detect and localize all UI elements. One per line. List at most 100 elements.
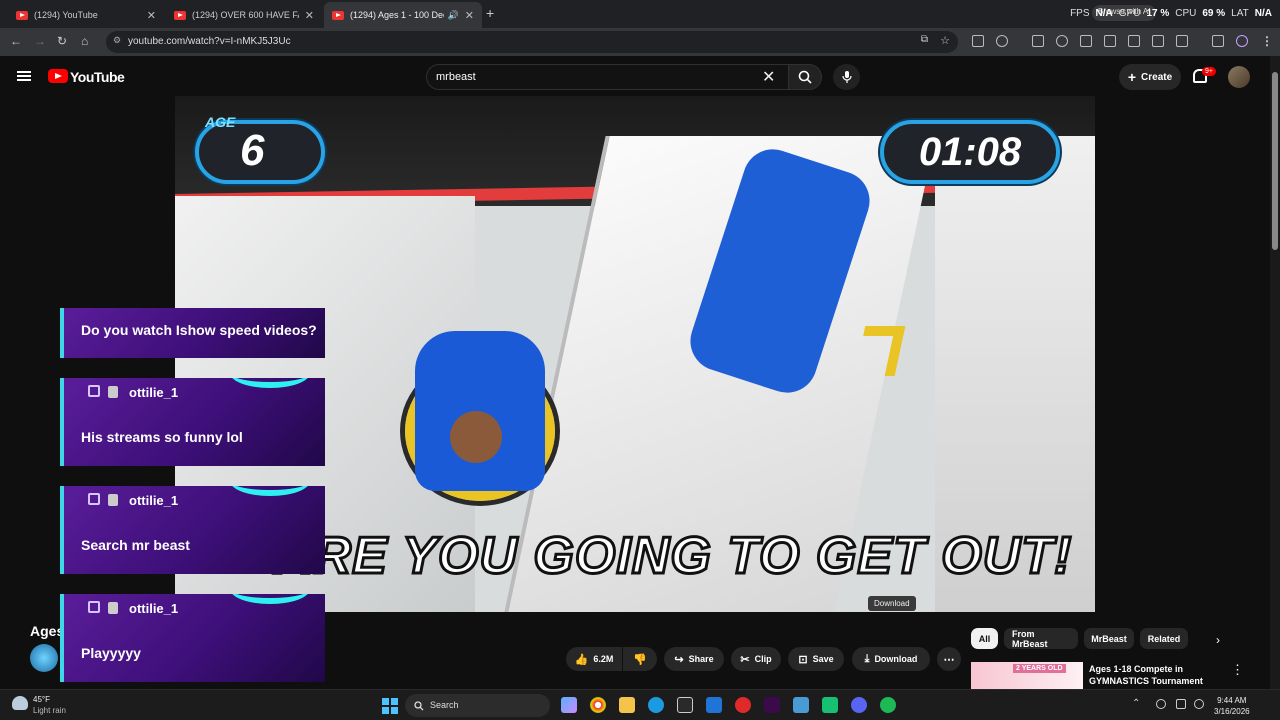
close-tab-icon[interactable]: ✕ (305, 9, 314, 22)
network-icon[interactable] (1176, 699, 1186, 709)
windows-taskbar: 45°F Light rain Search ⌃ 9:44 AM 3/16/20… (0, 689, 1280, 720)
system-clock[interactable]: 9:44 AM 3/16/2026 (1214, 695, 1250, 717)
green-app-icon[interactable] (822, 697, 838, 713)
cpu-label: CPU (1175, 8, 1197, 19)
mail-app-icon[interactable] (706, 697, 722, 713)
weather-cloud-icon[interactable] (12, 696, 28, 710)
voice-search-button[interactable] (833, 64, 860, 90)
chip-mrbeast[interactable]: MrBeast (1084, 628, 1134, 649)
back-arrow-icon[interactable]: ← (10, 34, 22, 48)
chevron-right-icon[interactable]: › (1216, 633, 1220, 647)
share-button[interactable]: ↪ Share (664, 647, 724, 671)
spotify-app-icon[interactable] (880, 697, 896, 713)
windows-start-icon[interactable] (382, 698, 398, 714)
cast-icon[interactable] (1152, 35, 1164, 47)
forward-arrow-icon[interactable]: → (34, 34, 46, 48)
notification-count-badge: 9+ (1202, 67, 1216, 76)
tray-chevron-up-icon[interactable]: ⌃ (1132, 698, 1140, 709)
microphone-tray-icon[interactable] (1156, 699, 1166, 709)
file-explorer-icon[interactable] (619, 697, 635, 713)
dislike-button[interactable]: 👎 (623, 647, 657, 671)
chip-related[interactable]: Related (1140, 628, 1188, 649)
chip-all[interactable]: All (971, 628, 998, 649)
more-horizontal-icon: ⋯ (943, 653, 955, 666)
photos-app-icon[interactable] (793, 697, 809, 713)
collections-icon[interactable] (1176, 35, 1188, 47)
browser-menu-icon[interactable]: ⋮ (1261, 34, 1273, 48)
reading-list-icon[interactable] (1212, 35, 1224, 47)
address-bar[interactable]: ⚙ youtube.com/watch?v=I-nMKJ5J3Uc ⧉ ☆ (106, 31, 958, 53)
create-button[interactable]: + Create (1119, 64, 1181, 90)
youtube-wordmark[interactable]: YouTube (70, 69, 125, 85)
browser-tab-ages[interactable]: (1294) Ages 1 - 100 Decide 🔊 ✕ (324, 2, 482, 28)
browser-tab-youtube-home[interactable]: (1294) YouTube ✕ (8, 2, 164, 28)
age-label: AGE (205, 114, 236, 130)
youtube-logo-icon[interactable] (48, 69, 68, 83)
browser-tab-strip: (1294) YouTube ✕ (1294) OVER 600 HAVE FA… (0, 0, 1280, 28)
hamburger-menu-icon[interactable] (17, 71, 31, 81)
more-actions-button[interactable]: ⋯ (937, 647, 961, 671)
reload-icon[interactable]: ↻ (57, 34, 67, 48)
favorites-icon[interactable] (1056, 35, 1068, 47)
site-info-icon[interactable]: ⚙ (113, 35, 121, 46)
new-tab-button[interactable]: + (486, 5, 494, 21)
more-vertical-icon[interactable]: ⋮ (1231, 662, 1244, 678)
search-input[interactable]: mrbeast (426, 64, 788, 90)
recommendation-title[interactable]: Ages 1-18 Compete in GYMNASTICS Tourname… (1089, 663, 1219, 687)
chat-username: ottilie_1 (129, 385, 179, 400)
extension-icon[interactable] (972, 35, 984, 47)
trash-icon[interactable] (1080, 35, 1092, 47)
install-app-icon[interactable]: ⧉ (921, 34, 928, 45)
search-button[interactable] (788, 64, 822, 90)
channel-avatar[interactable] (30, 644, 58, 672)
youtube-header: YouTube mrbeast ✕ + Create 9+ (0, 56, 1270, 96)
purple-app-icon[interactable] (764, 697, 780, 713)
clip-button[interactable]: ✂ Clip (731, 647, 781, 671)
clear-search-icon[interactable]: ✕ (762, 67, 775, 87)
like-count: 6.2M (593, 654, 614, 664)
weather-temperature[interactable]: 45°F (33, 695, 50, 704)
chip-from-mrbeast[interactable]: From MrBeast (1004, 628, 1078, 649)
copilot-app-icon[interactable] (561, 697, 577, 713)
recommendation-thumbnail[interactable]: 2 YEARS OLD (971, 662, 1083, 690)
home-icon[interactable]: ⌂ (81, 34, 88, 48)
chat-message: ottilie_1 His streams so funny lol (60, 378, 325, 466)
shield-app-icon[interactable] (677, 697, 693, 713)
save-button[interactable]: ⊡ Save (788, 647, 844, 671)
save-label: Save (812, 654, 834, 664)
weather-description[interactable]: Light rain (33, 706, 66, 715)
countdown-timer: 01:08 (880, 120, 1060, 184)
translate-icon[interactable] (1104, 35, 1116, 47)
like-button[interactable]: 👍 6.2M (566, 647, 622, 671)
edge-app-icon[interactable] (648, 697, 664, 713)
audio-playing-icon[interactable]: 🔊 (448, 10, 459, 21)
discord-app-icon[interactable] (851, 697, 867, 713)
thumbs-up-icon: 👍 (574, 653, 589, 666)
chrome-app-icon[interactable] (590, 697, 606, 713)
page-scrollbar[interactable] (1270, 56, 1280, 690)
chat-username: ottilie_1 (129, 601, 179, 616)
performance-overlay: FPS N/A GPU 17 % CPU 69 % LAT N/A (1070, 8, 1272, 19)
twitch-icon (88, 385, 100, 397)
volume-icon[interactable] (1194, 699, 1204, 709)
account-avatar[interactable] (1228, 66, 1250, 88)
close-tab-icon[interactable]: ✕ (465, 9, 474, 22)
lat-value: N/A (1254, 8, 1272, 19)
age-value: 6 (240, 126, 265, 175)
taskbar-search[interactable]: Search (405, 694, 550, 717)
scrollbar-thumb[interactable] (1272, 72, 1278, 250)
chat-message: Do you watch Ishow speed videos? (60, 308, 325, 358)
close-tab-icon[interactable]: ✕ (147, 9, 156, 22)
dev-tools-icon[interactable] (1128, 35, 1140, 47)
youtube-favicon-icon (174, 10, 186, 20)
bookmark-star-icon[interactable]: ☆ (940, 34, 950, 47)
download-button[interactable]: ⤓ Download (852, 647, 930, 671)
chat-message: ottilie_1 Playyyyy (60, 594, 325, 682)
puzzle-extensions-icon[interactable] (996, 35, 1008, 47)
chat-message-text: Search mr beast (81, 537, 190, 553)
red-app-icon[interactable] (735, 697, 751, 713)
browser-tab-over-600[interactable]: (1294) OVER 600 HAVE FAILED ✕ (166, 2, 322, 28)
split-view-icon[interactable] (1032, 35, 1044, 47)
copilot-icon[interactable] (1236, 35, 1248, 47)
lat-label: LAT (1231, 8, 1249, 19)
